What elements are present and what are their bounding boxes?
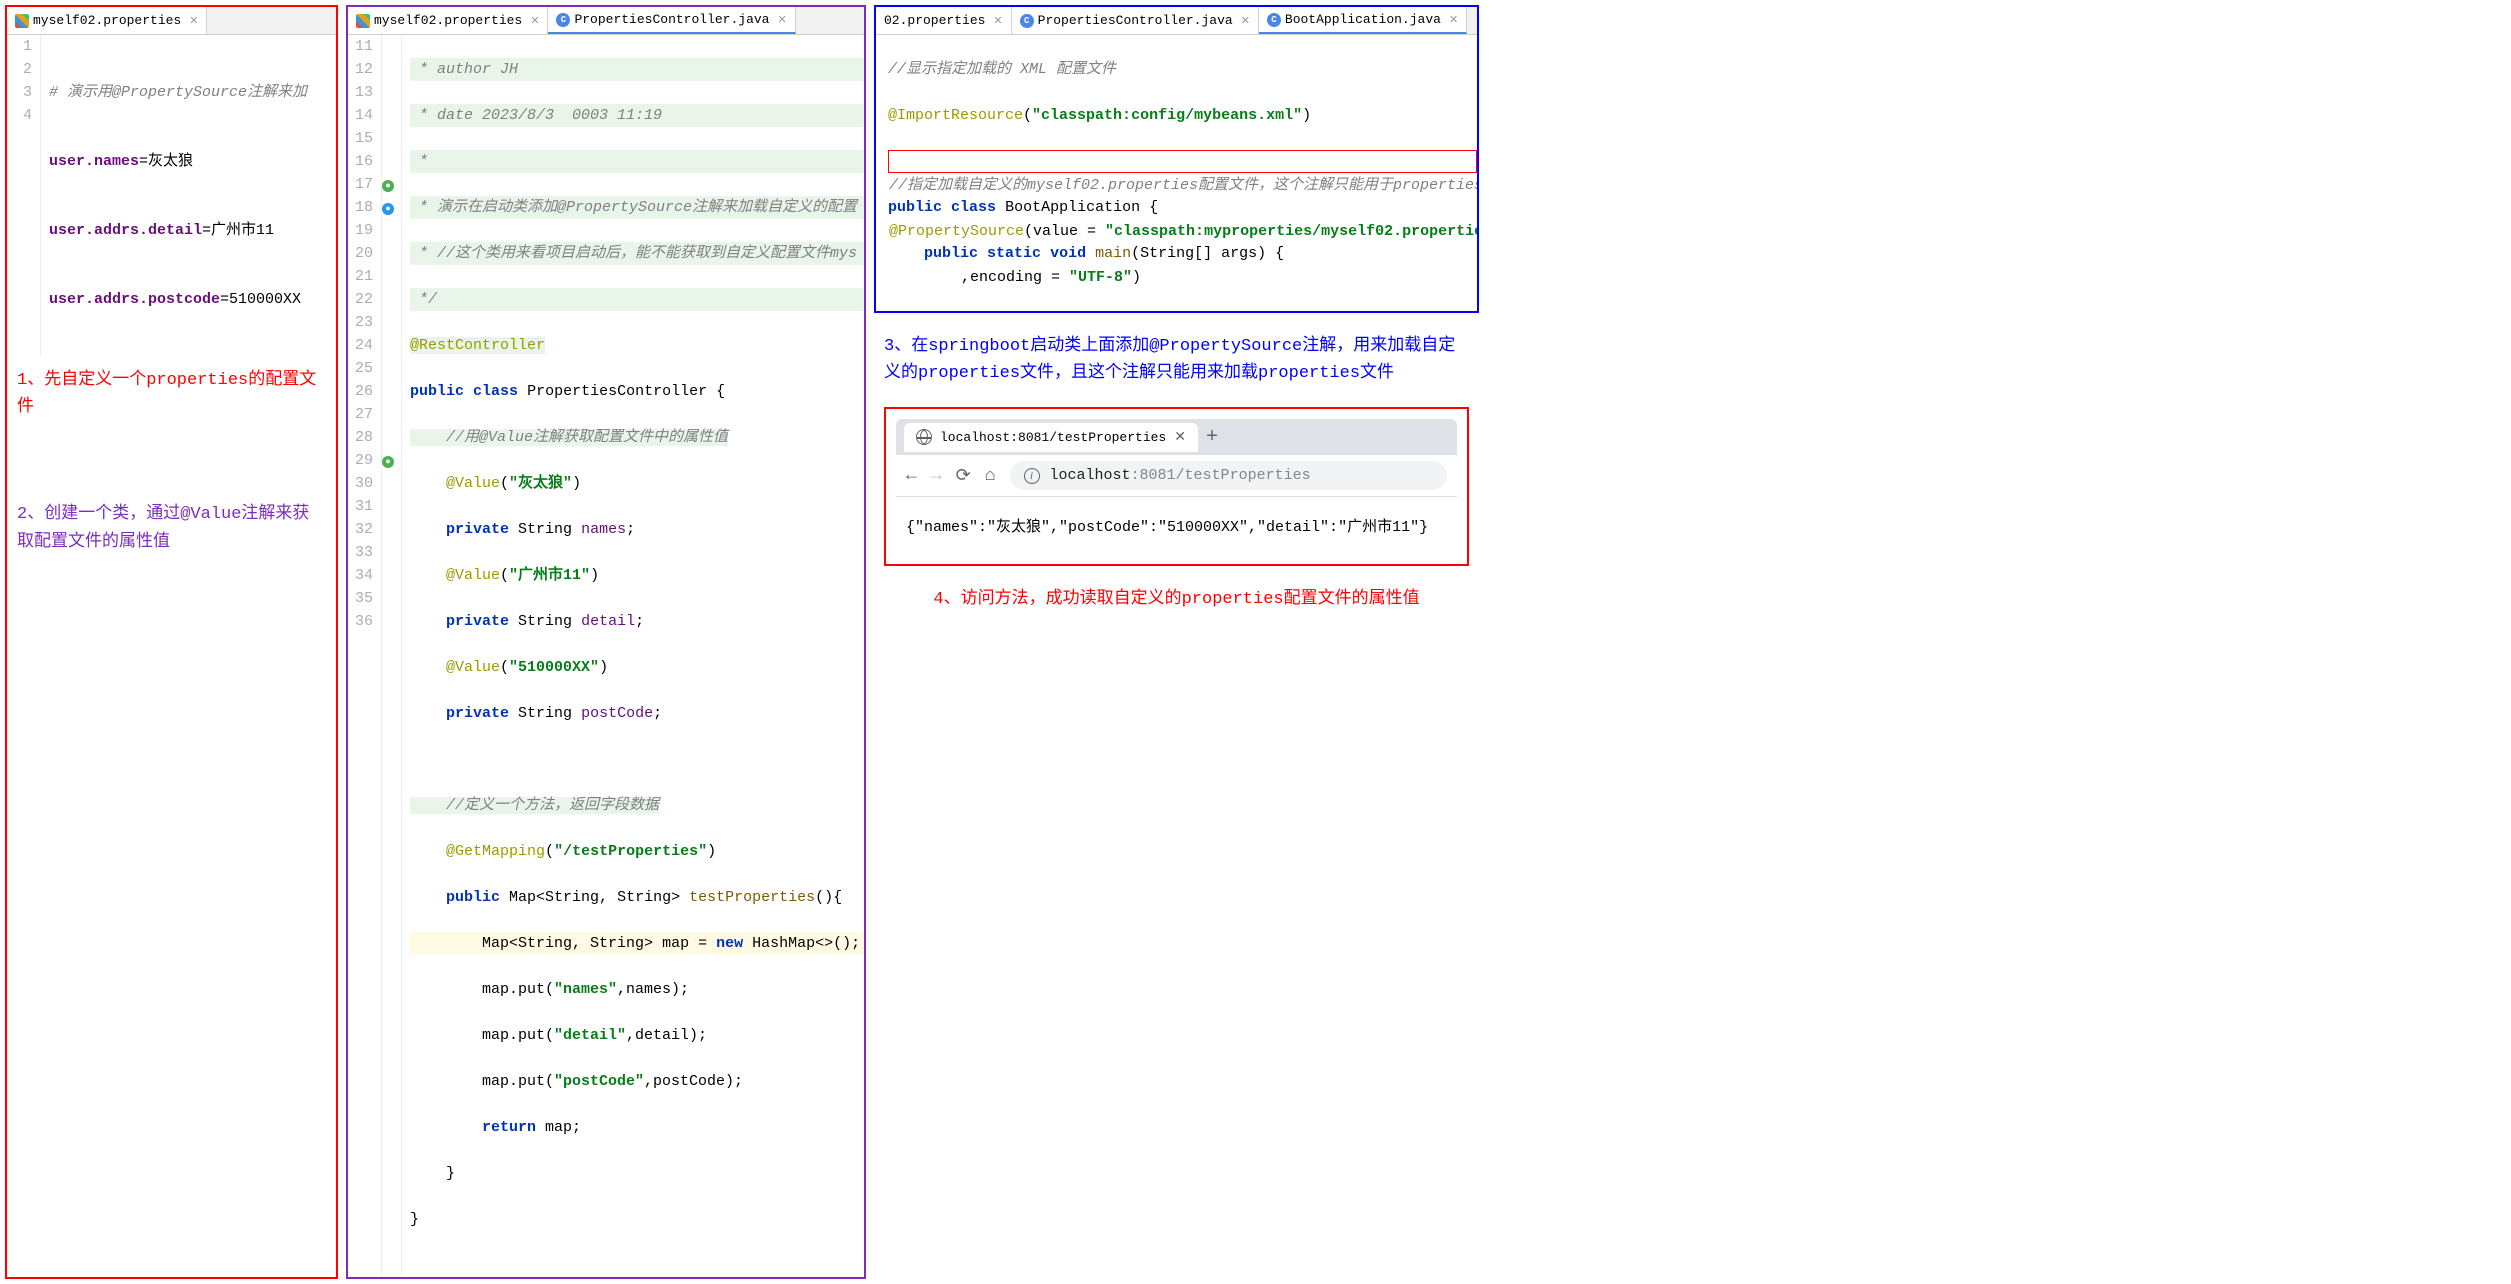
address-path: :8081/testProperties — [1131, 467, 1311, 484]
tab-bar: myself02.properties ✕ — [7, 7, 336, 35]
editor-properties[interactable]: 1 2 3 4 # 演示用@PropertySource注解来加 user.na… — [7, 35, 336, 357]
close-icon[interactable]: ✕ — [1241, 14, 1250, 28]
editor-bootapp[interactable]: //显示指定加载的 XML 配置文件 @ImportResource("clas… — [876, 35, 1477, 311]
tab-02properties[interactable]: 02.properties ✕ — [876, 7, 1012, 34]
annotation-1: 1、先自定义一个properties的配置文件 — [7, 357, 336, 431]
close-icon[interactable]: ✕ — [189, 14, 198, 28]
editor-java[interactable]: 1112131415161718192021222324252627282930… — [348, 35, 864, 1277]
code-area[interactable]: # 演示用@PropertySource注解来加 user.names=灰太狼 … — [41, 35, 336, 357]
close-icon[interactable]: ✕ — [778, 13, 787, 27]
code-area[interactable]: * author JH * date 2023/8/3 0003 11:19 *… — [402, 35, 864, 1277]
panel-controller: myself02.properties ✕ C PropertiesContro… — [346, 5, 866, 1279]
endpoint-icon[interactable]: ● — [382, 456, 394, 468]
panel-bootapp: 02.properties ✕ C PropertiesController.j… — [874, 5, 1479, 313]
java-file-icon: C — [1267, 13, 1281, 27]
tab-label: PropertiesController.java — [1038, 13, 1233, 28]
tab-bootapplication[interactable]: C BootApplication.java ✕ — [1259, 7, 1467, 34]
close-icon[interactable]: ✕ — [993, 14, 1002, 28]
panel-properties: myself02.properties ✕ 1 2 3 4 # 演示用@Prop… — [5, 5, 338, 1279]
browser-tab-title: localhost:8081/testProperties — [940, 430, 1166, 445]
class-icon[interactable]: ● — [382, 203, 394, 215]
annotation-4: 4、访问方法，成功读取自定义的properties配置文件的属性值 — [874, 576, 1479, 623]
forward-icon[interactable]: → — [931, 466, 942, 486]
close-icon[interactable]: ✕ — [1174, 429, 1186, 446]
address-bar[interactable]: i localhost:8081/testProperties — [1010, 461, 1447, 490]
tab-bar: 02.properties ✕ C PropertiesController.j… — [876, 7, 1477, 35]
annotation-3: 3、在springboot启动类上面添加@PropertySource注解，用来… — [874, 323, 1479, 397]
tab-label: myself02.properties — [33, 13, 181, 28]
tab-propertiescontroller[interactable]: C PropertiesController.java ✕ — [1012, 7, 1259, 34]
tab-propertiescontroller[interactable]: C PropertiesController.java ✕ — [548, 7, 795, 34]
line-gutter: 1112131415161718192021222324252627282930… — [348, 35, 382, 1277]
globe-icon — [916, 429, 932, 445]
browser-content: {"names":"灰太狼","postCode":"510000XX","de… — [896, 497, 1457, 554]
reload-icon[interactable]: ⟳ — [956, 465, 971, 487]
back-icon[interactable]: ← — [906, 466, 917, 486]
java-file-icon: C — [556, 13, 570, 27]
java-file-icon: C — [1020, 14, 1034, 28]
panel-right: 02.properties ✕ C PropertiesController.j… — [874, 5, 1479, 1279]
code-area[interactable]: //显示指定加载的 XML 配置文件 @ImportResource("clas… — [876, 35, 1477, 311]
browser-panel: localhost:8081/testProperties ✕ + ← → ⟳ … — [884, 407, 1469, 566]
tab-myself02[interactable]: myself02.properties ✕ — [7, 7, 207, 34]
tab-myself02[interactable]: myself02.properties ✕ — [348, 7, 548, 34]
browser-tab[interactable]: localhost:8081/testProperties ✕ — [904, 423, 1198, 452]
properties-file-icon — [15, 14, 29, 28]
spring-bean-icon[interactable]: ● — [382, 180, 394, 192]
tab-label: BootApplication.java — [1285, 12, 1441, 27]
tab-label: PropertiesController.java — [574, 12, 769, 27]
annotation-2: 2、创建一个类，通过@Value注解来获取配置文件的属性值 — [7, 491, 336, 565]
properties-file-icon — [356, 14, 370, 28]
site-info-icon[interactable]: i — [1024, 468, 1040, 484]
tab-label: myself02.properties — [374, 13, 522, 28]
close-icon[interactable]: ✕ — [530, 14, 539, 28]
tab-label: 02.properties — [884, 13, 985, 28]
home-icon[interactable]: ⌂ — [985, 466, 996, 486]
new-tab-button[interactable]: + — [1206, 426, 1218, 449]
line-gutter: 1 2 3 4 — [7, 35, 41, 357]
address-host: localhost — [1050, 467, 1131, 484]
browser-toolbar: ← → ⟳ ⌂ i localhost:8081/testProperties — [896, 455, 1457, 497]
tab-bar: myself02.properties ✕ C PropertiesContro… — [348, 7, 864, 35]
browser-tabbar: localhost:8081/testProperties ✕ + — [896, 419, 1457, 455]
marker-gutter: ● ● ● — [382, 35, 402, 1277]
close-icon[interactable]: ✕ — [1449, 13, 1458, 27]
